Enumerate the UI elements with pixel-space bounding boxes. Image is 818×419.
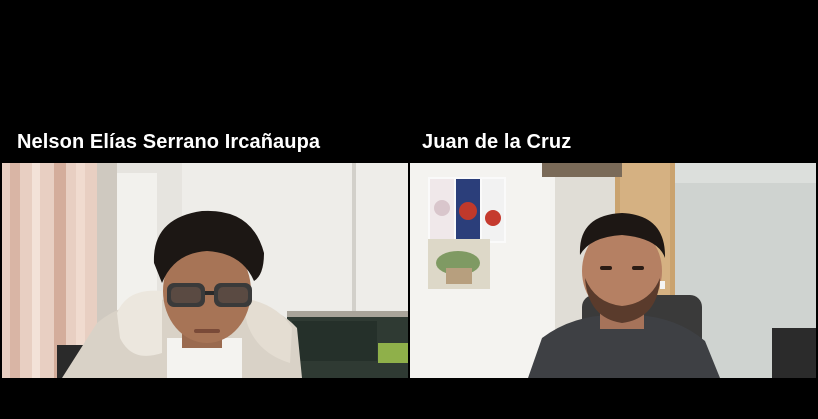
participant-video-tile-right[interactable] <box>410 163 816 378</box>
participant-name-label: Juan de la Cruz <box>422 131 572 153</box>
participant-video-feed <box>2 163 408 378</box>
participant-video-feed <box>410 163 816 378</box>
participant-video-tile-left[interactable] <box>2 163 408 378</box>
video-call-grid: Nelson Elías Serrano Ircañaupa Juan de l… <box>0 0 818 419</box>
participant-name-label: Nelson Elías Serrano Ircañaupa <box>17 131 321 153</box>
